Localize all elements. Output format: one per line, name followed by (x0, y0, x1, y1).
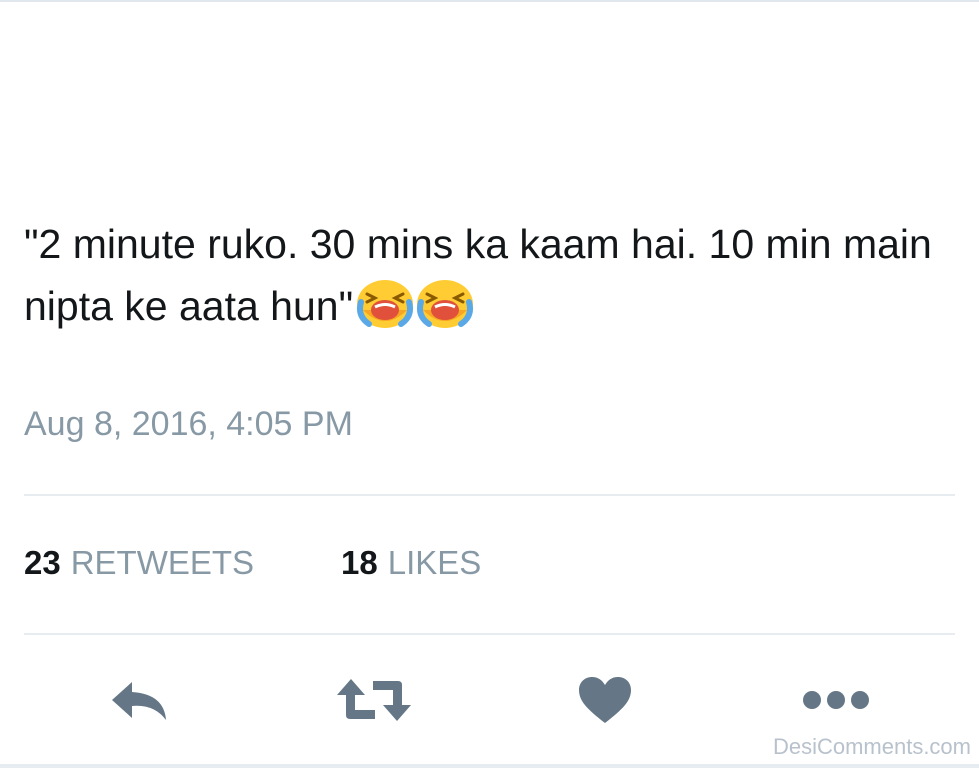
divider (24, 633, 955, 635)
more-button[interactable] (798, 670, 874, 730)
likes-count: 18 (341, 544, 378, 581)
tweet-body: "2 minute ruko. 30 mins ka kaam hai. 10 … (24, 221, 932, 329)
loudly-crying-face-icon (357, 280, 414, 328)
reply-button[interactable] (106, 670, 172, 730)
action-bar (0, 670, 979, 730)
loudly-crying-face-icon (417, 280, 474, 328)
retweets-stat[interactable]: 23 RETWEETS (24, 544, 254, 582)
likes-label: LIKES (387, 544, 482, 581)
divider (24, 494, 955, 496)
tweet-stats: 23 RETWEETS 18 LIKES (24, 544, 481, 582)
retweets-count: 23 (24, 544, 61, 581)
like-button[interactable] (574, 670, 636, 730)
reply-icon (112, 682, 166, 720)
tweet-card: "2 minute ruko. 30 mins ka kaam hai. 10 … (0, 0, 979, 768)
watermark: DesiComments.com (772, 734, 971, 759)
tweet-timestamp[interactable]: Aug 8, 2016, 4:05 PM (24, 405, 353, 444)
tweet-text: "2 minute ruko. 30 mins ka kaam hai. 10 … (24, 215, 954, 336)
more-dots-icon (803, 691, 869, 709)
likes-stat[interactable]: 18 LIKES (341, 544, 481, 582)
heart-icon (579, 677, 631, 723)
retweet-icon (337, 679, 411, 721)
retweet-button[interactable] (334, 670, 414, 730)
retweets-label: RETWEETS (70, 544, 255, 581)
